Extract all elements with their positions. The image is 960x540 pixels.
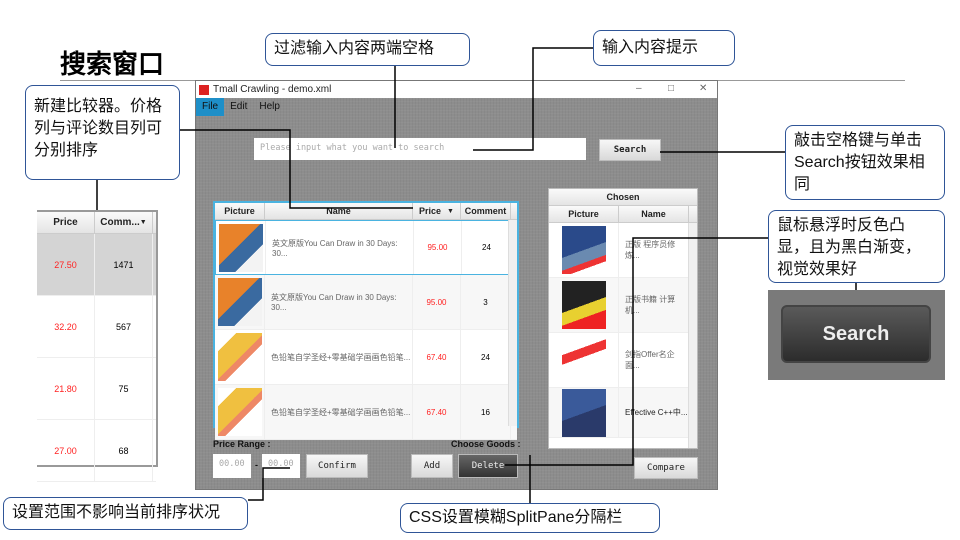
max-price-input[interactable]: 00.00 (262, 454, 300, 478)
item-name: 英文原版You Can Draw in 30 Days: 30... (266, 221, 414, 274)
item-comment: 68 (95, 420, 153, 481)
table-row[interactable]: 英文原版You Can Draw in 30 Days: 30... 95.00 3 (215, 275, 517, 330)
book-thumbnail (217, 278, 262, 326)
range-separator: - (255, 460, 258, 470)
sort-arrow-icon: ▼ (139, 219, 147, 226)
slide-title: 搜索窗口 (60, 49, 165, 79)
close-icon[interactable]: ✕ (699, 83, 707, 94)
table-row[interactable]: 21.80 75 (37, 358, 156, 420)
item-name: 正版 程序员修炼... (619, 223, 689, 277)
confirm-button[interactable]: Confirm (306, 454, 368, 478)
chosen-row[interactable]: 正版 程序员修炼... (549, 223, 697, 278)
item-price: 67.40 (413, 385, 461, 439)
item-price: 32.20 (37, 296, 95, 357)
sort-arrow-icon: ▼ (447, 207, 454, 215)
vertical-scrollbar[interactable] (688, 223, 697, 448)
item-name: 正版书籍 计算机... (619, 278, 689, 332)
chosen-table: Chosen Picture Name 正版 程序员修炼... 正版书籍 计算机… (548, 188, 698, 449)
book-thumbnail (561, 336, 606, 384)
item-comment: 75 (95, 358, 153, 419)
book-thumbnail (218, 223, 263, 272)
item-name: 色铅笔自学圣经+零基础学画画色铅笔... (265, 330, 413, 384)
callout-hint: 输入内容提示 (593, 30, 735, 66)
window-title: Tmall Crawling - demo.xml (213, 84, 332, 95)
item-name: 色铅笔自学圣经+零基础学画画色铅笔... (265, 385, 413, 439)
book-thumbnail (561, 388, 606, 437)
maximize-icon[interactable]: □ (668, 83, 674, 94)
item-price: 27.50 (37, 234, 95, 295)
book-thumbnail (217, 388, 262, 436)
item-price: 67.40 (413, 330, 461, 384)
compare-button[interactable]: Compare (634, 457, 698, 479)
col-comment-label: Comm... (100, 217, 140, 228)
col-price-label: Price (419, 206, 442, 216)
hover-demo: Search (768, 290, 945, 380)
col-picture[interactable]: Picture (549, 206, 619, 222)
min-price-input[interactable]: 00.00 (213, 454, 251, 478)
minimize-icon[interactable]: – (636, 83, 642, 94)
item-price: 95.00 (413, 275, 461, 329)
chosen-row[interactable]: 正版书籍 计算机... (549, 278, 697, 333)
table-row[interactable]: 色铅笔自学圣经+零基础学画画色铅笔... 67.40 16 (215, 385, 517, 440)
choose-goods-label: Choose Goods : (451, 439, 521, 449)
search-input[interactable]: Please input what you want to search (254, 138, 586, 160)
callout-comparator: 新建比较器。价格列与评论数目列可分别排序 (25, 85, 180, 180)
item-comment: 1471 (95, 234, 153, 295)
table-row[interactable]: 32.20 567 (37, 296, 156, 358)
sorted-table-inset: Price Comm... ▼ 27.50 1471 32.20 567 21.80 7… (37, 210, 158, 482)
book-thumbnail (561, 281, 606, 329)
callout-space-key: 敲击空格键与单击Search按钮效果相同 (785, 125, 945, 200)
item-comment: 24 (461, 330, 511, 384)
item-name: 英文原版You Can Draw in 30 Days: 30... (265, 275, 413, 329)
chosen-row[interactable]: 剑指Offer名企面... (549, 333, 697, 388)
search-button-hover: Search (781, 305, 931, 363)
chosen-title: Chosen (606, 192, 640, 202)
item-price: 21.80 (37, 358, 95, 419)
col-picture[interactable]: Picture (215, 203, 265, 219)
item-price: 95.00 (414, 221, 462, 274)
menu-bar: File Edit Help (196, 98, 717, 116)
callout-splitpane: CSS设置模糊SplitPane分隔栏 (400, 503, 660, 533)
delete-button[interactable]: Delete (458, 454, 518, 478)
chosen-row[interactable]: Effective C++中... (549, 388, 697, 438)
callout-hover: 鼠标悬浮时反色凸显，且为黑白渐变，视觉效果好 (768, 210, 945, 283)
menu-edit[interactable]: Edit (224, 98, 253, 116)
col-price[interactable]: Price ▼ (413, 203, 461, 219)
search-button[interactable]: Search (599, 139, 661, 161)
menu-file[interactable]: File (196, 98, 225, 116)
item-name: 剑指Offer名企面... (619, 333, 689, 387)
price-range-label: Price Range : (213, 439, 271, 449)
item-price: 27.00 (37, 420, 95, 481)
col-name[interactable]: Name (265, 203, 413, 219)
item-name: Effective C++中... (619, 388, 689, 437)
col-name[interactable]: Name (619, 206, 689, 222)
table-row[interactable]: 色铅笔自学圣经+零基础学画画色铅笔... 67.40 24 (215, 330, 517, 385)
col-comment[interactable]: Comm... ▼ (95, 212, 153, 233)
title-bar: Tmall Crawling - demo.xml – □ ✕ (196, 81, 717, 98)
table-row[interactable]: 27.50 1471 (37, 234, 156, 296)
app-window: Tmall Crawling - demo.xml – □ ✕ File Edi… (195, 80, 718, 490)
callout-range: 设置范围不影响当前排序状况 (3, 497, 248, 530)
add-button[interactable]: Add (411, 454, 453, 478)
item-comment: 24 (462, 221, 512, 274)
book-thumbnail (217, 333, 262, 381)
table-row[interactable]: 27.00 68 (37, 420, 156, 482)
item-comment: 16 (461, 385, 511, 439)
table-row[interactable]: 英文原版You Can Draw in 30 Days: 30... 95.00 2… (215, 220, 517, 275)
menu-help[interactable]: Help (253, 98, 286, 116)
book-thumbnail (561, 226, 606, 274)
callout-trim: 过滤输入内容两端空格 (265, 33, 470, 66)
item-comment: 3 (461, 275, 511, 329)
vertical-scrollbar[interactable] (508, 220, 517, 426)
goods-table: Picture Name Price ▼ Comment 英文原版You Can … (213, 201, 519, 440)
col-comment[interactable]: Comment (461, 203, 511, 219)
item-comment: 567 (95, 296, 153, 357)
col-price[interactable]: Price (37, 212, 95, 233)
app-icon (199, 84, 209, 95)
